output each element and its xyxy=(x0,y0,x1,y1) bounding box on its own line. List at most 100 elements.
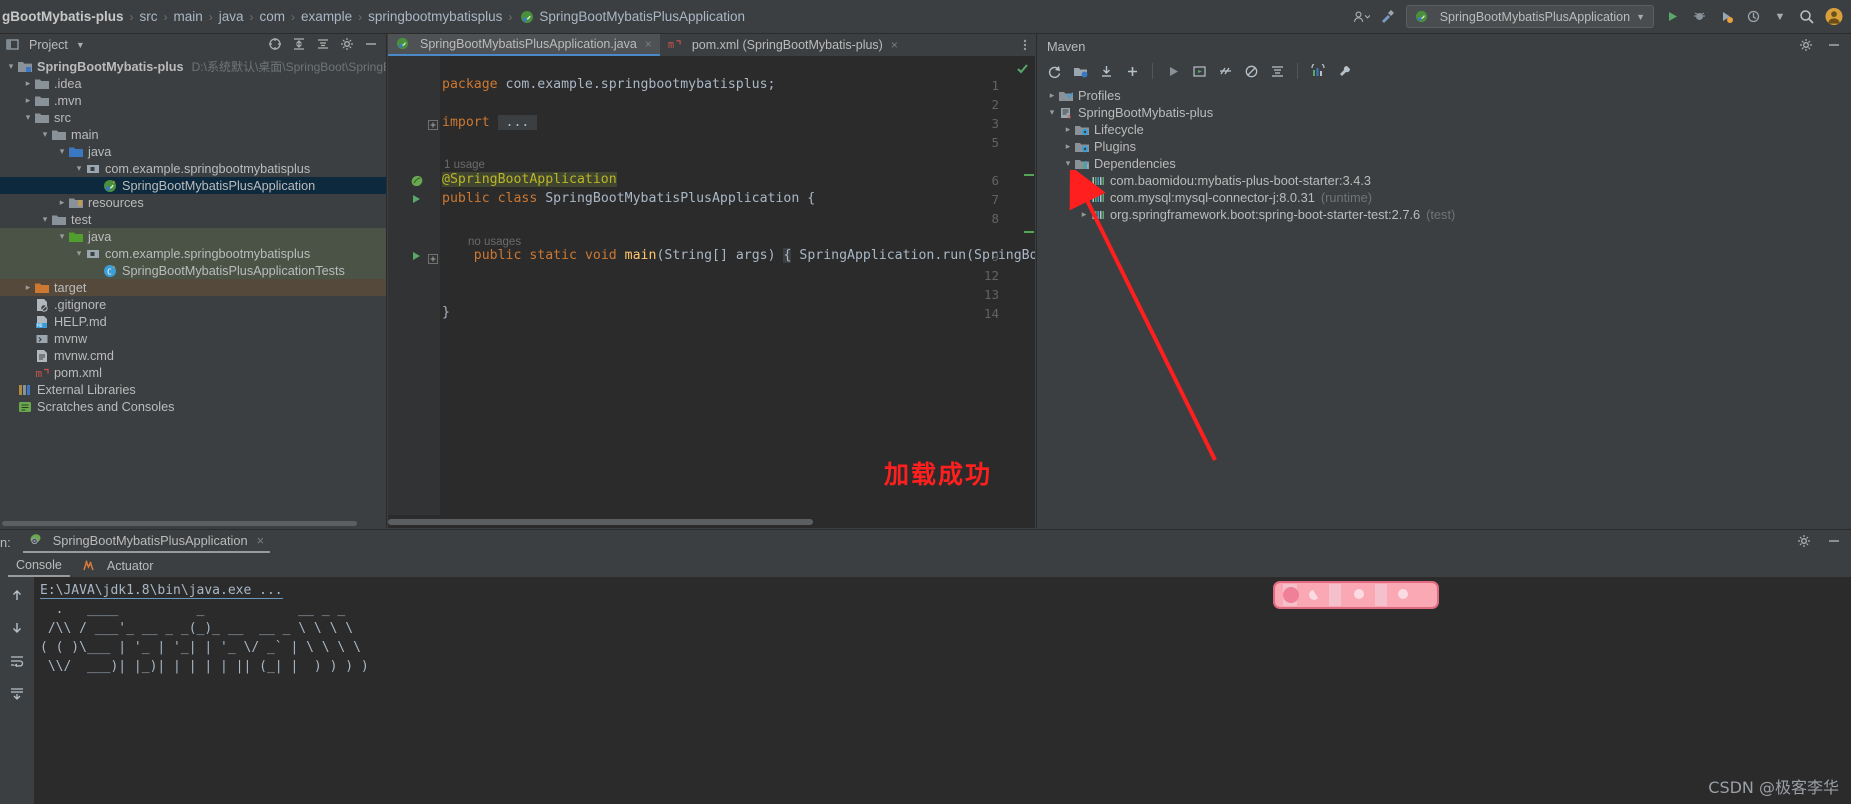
breadcrumb-java[interactable]: java xyxy=(219,9,244,24)
maven-tree-row[interactable]: com.mysql:mysql-connector-j:8.0.31 (runti… xyxy=(1037,189,1851,206)
project-horizontal-scrollbar[interactable] xyxy=(0,519,387,528)
maven-tree-row[interactable]: Plugins xyxy=(1037,138,1851,155)
console-command[interactable]: E:\JAVA\jdk1.8\bin\java.exe ... xyxy=(40,583,283,599)
project-tree-row[interactable]: .idea xyxy=(0,75,386,92)
scroll-up-icon[interactable] xyxy=(7,585,27,605)
execute-goal-icon[interactable] xyxy=(1189,61,1209,81)
breadcrumb-src[interactable]: src xyxy=(140,9,158,24)
tab-actuator[interactable]: Actuator xyxy=(74,555,162,577)
toggle-offline-icon[interactable] xyxy=(1241,61,1261,81)
chevron-closed-icon[interactable] xyxy=(21,282,35,293)
show-dependencies-icon[interactable] xyxy=(1308,61,1328,81)
debug-icon[interactable] xyxy=(1690,8,1708,26)
maven-tree-row[interactable]: Dependencies xyxy=(1037,155,1851,172)
project-tree-row[interactable]: java xyxy=(0,143,386,160)
add-icon[interactable] xyxy=(1122,61,1142,81)
settings-avatar-icon[interactable] xyxy=(1825,7,1843,26)
chevron-closed-icon[interactable] xyxy=(21,95,35,106)
select-opened-file-icon[interactable] xyxy=(268,37,282,54)
chevron-down-icon[interactable]: ▼ xyxy=(1636,12,1645,22)
fold-expand-icon[interactable] xyxy=(428,118,439,130)
chevron-open-icon[interactable] xyxy=(55,146,69,157)
breadcrumb-main[interactable]: main xyxy=(174,9,203,24)
project-tree-row[interactable]: m pom.xml xyxy=(0,364,386,381)
spring-bean-gutter-icon[interactable] xyxy=(410,174,424,188)
breadcrumb-project[interactable]: gBootMybatis-plus xyxy=(2,9,124,24)
maven-tree-row[interactable]: Lifecycle xyxy=(1037,121,1851,138)
download-sources-icon[interactable] xyxy=(1096,61,1116,81)
breadcrumb-example[interactable]: example xyxy=(301,9,352,24)
close-icon[interactable]: × xyxy=(257,533,264,548)
settings-icon[interactable] xyxy=(340,37,354,54)
project-tree-row[interactable]: mvnw.cmd xyxy=(0,347,386,364)
chevron-open-icon[interactable] xyxy=(72,163,86,174)
project-tree-row[interactable]: java xyxy=(0,228,386,245)
user-avatar-icon[interactable] xyxy=(1352,8,1370,26)
search-icon[interactable] xyxy=(1798,8,1816,26)
project-tree-row[interactable]: C SpringBootMybatisPlusApplicationTests xyxy=(0,262,386,279)
project-tree-row[interactable]: SpringBootMybatisPlusApplication xyxy=(0,177,386,194)
profiler-icon[interactable] xyxy=(1744,8,1762,26)
chevron-open-icon[interactable] xyxy=(1045,107,1059,118)
add-maven-project-icon[interactable] xyxy=(1070,61,1090,81)
settings-icon[interactable] xyxy=(1797,534,1811,551)
project-tree-row[interactable]: resources xyxy=(0,194,386,211)
project-tree-row[interactable]: com.example.springbootmybatisplus xyxy=(0,160,386,177)
more-vertical-icon[interactable] xyxy=(1015,34,1035,56)
chevron-open-icon[interactable] xyxy=(38,129,52,140)
tab-console[interactable]: Console xyxy=(8,555,70,577)
chevron-closed-icon[interactable] xyxy=(1045,90,1059,101)
code-area[interactable]: 1 2 3 5 6 7 8 9 12 13 14 package com.exa… xyxy=(388,56,1035,515)
soft-wrap-icon[interactable] xyxy=(7,651,27,671)
breadcrumb-package[interactable]: springbootmybatisplus xyxy=(368,9,502,24)
close-icon[interactable]: × xyxy=(891,38,898,52)
project-tree-row[interactable]: External Libraries xyxy=(0,381,386,398)
editor-tab-java[interactable]: SpringBootMybatisPlusApplication.java × xyxy=(388,34,660,56)
maven-tree-row[interactable]: com.baomidou:mybatis-plus-boot-starter:3… xyxy=(1037,172,1851,189)
code-text[interactable]: package com.example.springbootmybatisplu… xyxy=(440,56,1035,515)
chevron-closed-icon[interactable] xyxy=(1077,175,1091,186)
scroll-to-end-icon[interactable] xyxy=(7,684,27,704)
project-tree-row[interactable]: Scratches and Consoles xyxy=(0,398,386,415)
breadcrumb-class[interactable]: SpringBootMybatisPlusApplication xyxy=(539,9,745,24)
run-gutter-icon[interactable] xyxy=(410,250,424,264)
chevron-open-icon[interactable] xyxy=(38,214,52,225)
project-tree[interactable]: SpringBootMybatis-plus D:\系统默认\桌面\SpringB… xyxy=(0,56,386,415)
project-tree-row[interactable]: src xyxy=(0,109,386,126)
chevron-open-icon[interactable] xyxy=(21,112,35,123)
project-tree-row[interactable]: target xyxy=(0,279,386,296)
close-icon[interactable]: × xyxy=(645,37,652,51)
project-tree-row[interactable]: mvnw xyxy=(0,330,386,347)
editor-horizontal-scrollbar[interactable] xyxy=(388,515,1035,528)
chevron-closed-icon[interactable] xyxy=(55,197,69,208)
more-icon[interactable]: ▼ xyxy=(1771,8,1789,26)
chevron-open-icon[interactable] xyxy=(1061,158,1075,169)
project-tree-row[interactable]: MD HELP.md xyxy=(0,313,386,330)
chevron-open-icon[interactable] xyxy=(55,231,69,242)
hide-icon[interactable] xyxy=(364,37,378,54)
toggle-skip-tests-icon[interactable] xyxy=(1215,61,1235,81)
collapse-all-icon[interactable] xyxy=(1267,61,1287,81)
run-gutter-icon[interactable] xyxy=(410,193,424,207)
chevron-open-icon[interactable] xyxy=(72,248,86,259)
expand-all-icon[interactable] xyxy=(292,37,306,54)
project-tree-row[interactable]: main xyxy=(0,126,386,143)
run-icon[interactable] xyxy=(1163,61,1183,81)
editor-marker-stripe[interactable] xyxy=(1023,56,1035,515)
console-output[interactable]: E:\JAVA\jdk1.8\bin\java.exe ... . ____ _… xyxy=(34,577,1851,804)
scroll-down-icon[interactable] xyxy=(7,618,27,638)
breadcrumb-com[interactable]: com xyxy=(260,9,286,24)
fold-expand-icon[interactable] xyxy=(428,252,439,264)
editor-tab-pom[interactable]: m pom.xml (SpringBootMybatis-plus) × xyxy=(660,34,906,56)
chevron-closed-icon[interactable] xyxy=(1061,124,1075,135)
maven-tree-row[interactable]: org.springframework.boot:spring-boot-sta… xyxy=(1037,206,1851,223)
maven-tree[interactable]: Profiles m SpringBootMybatis-plus Lifecycle… xyxy=(1037,84,1851,223)
project-tree-row[interactable]: SpringBootMybatis-plus D:\系统默认\桌面\SpringB… xyxy=(0,58,386,75)
project-tree-row[interactable]: .gitignore xyxy=(0,296,386,313)
settings-icon[interactable] xyxy=(1799,38,1813,55)
project-tree-row[interactable]: test xyxy=(0,211,386,228)
project-tree-row[interactable]: .mvn xyxy=(0,92,386,109)
maven-settings-icon[interactable] xyxy=(1334,61,1354,81)
hammer-build-icon[interactable] xyxy=(1379,8,1397,26)
hide-icon[interactable] xyxy=(1827,38,1841,55)
